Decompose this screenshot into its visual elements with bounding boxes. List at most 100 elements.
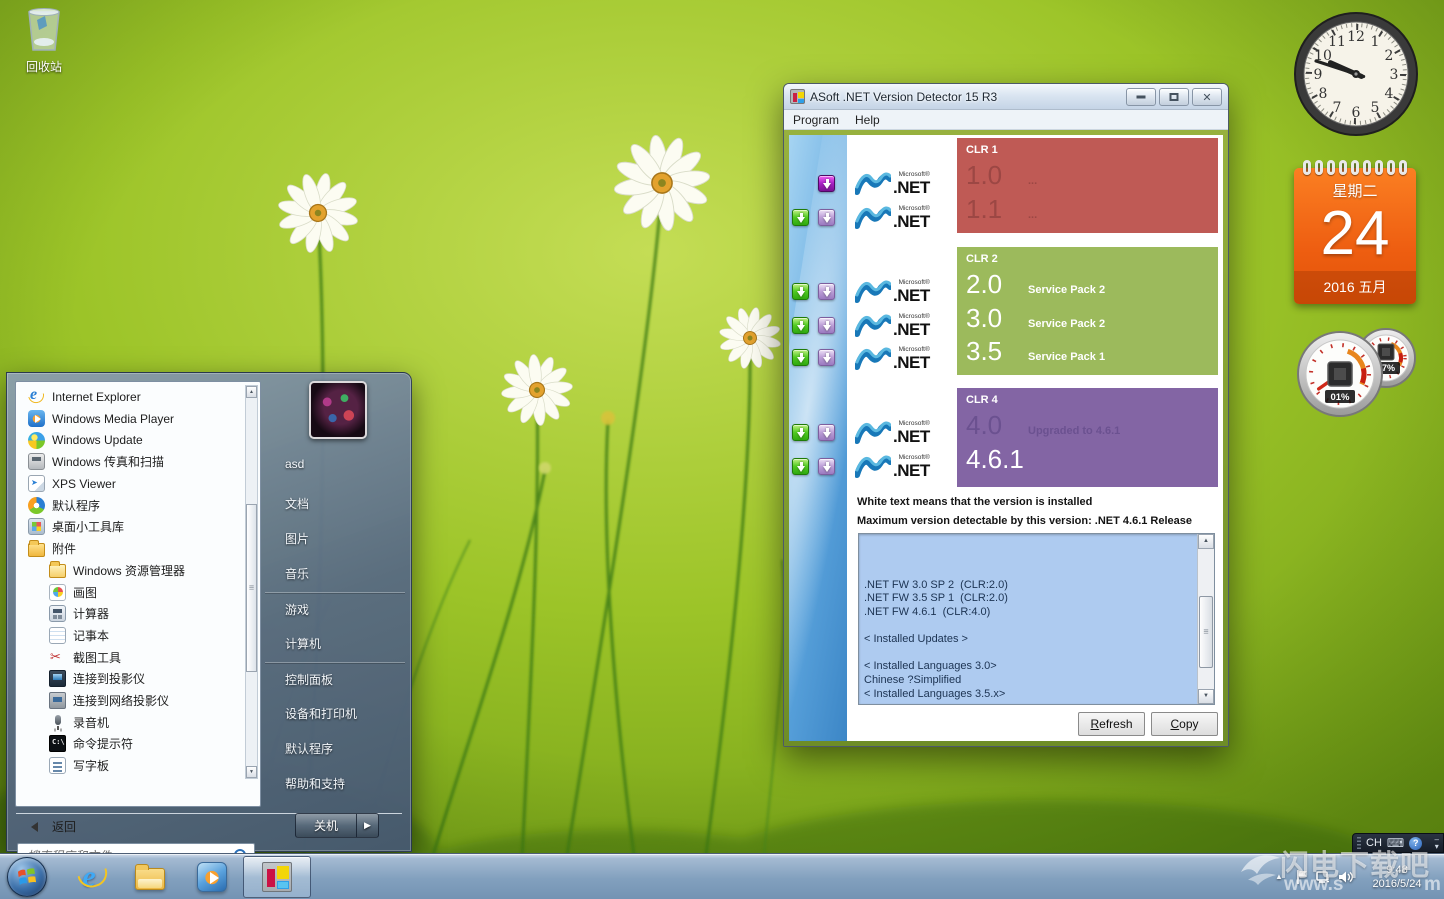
listbox-line: < Installed Updates > (864, 633, 1192, 647)
network-icon[interactable] (1312, 854, 1334, 899)
download-arrow-lavender[interactable] (818, 317, 835, 334)
taskbar-explorer-icon[interactable] (131, 858, 169, 896)
download-arrow-green[interactable] (792, 209, 809, 226)
copy-button[interactable]: Copy (1151, 712, 1218, 736)
calendar-gadget[interactable]: 星期二 24 2016 五月 (1294, 160, 1416, 304)
download-arrow-green[interactable] (792, 424, 809, 441)
drag-grip-icon[interactable] (1357, 837, 1361, 849)
start-menu-item[interactable]: 记事本 (18, 625, 244, 647)
scroll-up-icon[interactable]: ▲ (246, 386, 257, 398)
clr2-panel: CLR 2 2.0Service Pack 2 3.0Service Pack … (957, 247, 1218, 375)
download-arrow-green[interactable] (792, 317, 809, 334)
user-avatar[interactable] (309, 381, 367, 439)
download-arrow-lavender[interactable] (818, 349, 835, 366)
minimize-button[interactable] (1126, 88, 1156, 106)
help-icon[interactable]: ? (1409, 837, 1422, 850)
scroll-down-icon[interactable]: ▼ (246, 766, 257, 778)
start-menu-place-item[interactable]: 帮助和支持 (265, 767, 405, 802)
menu-help[interactable]: Help (855, 113, 880, 127)
scroll-down-icon[interactable]: ▼ (1198, 689, 1214, 704)
taskbar-wmp-icon[interactable] (193, 858, 231, 896)
close-button[interactable] (1192, 88, 1222, 106)
download-arrow-lavender[interactable] (818, 424, 835, 441)
clock-gadget[interactable]: 12 1 2 3 4 5 6 7 8 9 10 11 (1290, 8, 1422, 145)
taskbar-ie-icon[interactable]: e (70, 858, 108, 896)
start-menu-place-item[interactable]: 设备和打印机 (265, 697, 405, 732)
start-menu-place-item[interactable]: 控制面板 (265, 662, 405, 697)
start-menu-item[interactable]: XPS Viewer (18, 473, 244, 495)
taskbar-clock[interactable]: 9:48 2016/5/24 (1356, 863, 1444, 891)
app-icon (28, 453, 45, 470)
show-hidden-icons[interactable]: ▲ (1268, 854, 1290, 899)
start-menu-item[interactable]: 附件 (18, 538, 244, 560)
window-titlebar[interactable]: ASoft .NET Version Detector 15 R3 (784, 84, 1228, 110)
download-arrow-lavender[interactable] (818, 209, 835, 226)
start-menu-place-item[interactable]: 文档 (265, 487, 405, 522)
download-arrow-green[interactable] (792, 458, 809, 475)
taskbar-active-net-detector[interactable] (243, 856, 311, 898)
scrollbar-thumb[interactable] (246, 504, 257, 672)
download-arrow-green[interactable] (792, 283, 809, 300)
start-menu-item[interactable]: 连接到投影仪 (18, 668, 244, 690)
cpu-meter-gadget[interactable]: 17% 01% (1292, 322, 1424, 425)
start-menu-place-item[interactable]: 游戏 (265, 592, 405, 627)
asoft-app-icon (790, 89, 805, 104)
start-menu-item[interactable]: 桌面小工具库 (18, 516, 244, 538)
listbox-scrollbar[interactable]: ▲ ▼ (1197, 534, 1214, 704)
start-menu-item-label: 桌面小工具库 (52, 518, 124, 535)
start-menu-item-label: Windows 传真和扫描 (52, 453, 164, 470)
download-arrow-magenta[interactable] (818, 175, 835, 192)
listbox-line: < Installed Languages 3.0> (864, 660, 1192, 674)
start-menu-item-label: Windows Media Player (52, 412, 174, 426)
keyboard-icon[interactable]: ⌨ (1387, 838, 1404, 848)
start-menu-item[interactable]: Internet Explorer (18, 386, 244, 408)
recycle-bin[interactable]: 回收站 (12, 6, 76, 75)
scrollbar-thumb[interactable] (1199, 596, 1213, 668)
windows-flag-icon (16, 866, 38, 888)
refresh-button[interactable]: Refresh (1078, 712, 1145, 736)
start-menu-place-item[interactable]: 默认程序 (265, 732, 405, 767)
listbox-line: .NET FW 3.0 SP 2 (CLR:2.0) (864, 579, 1192, 593)
detection-listbox[interactable]: .NET FW 3.0 SP 2 (CLR:2.0).NET FW 3.5 SP… (858, 533, 1215, 705)
start-menu-item[interactable]: Windows 传真和扫描 (18, 451, 244, 473)
action-center-flag-icon[interactable] (1290, 854, 1312, 899)
calendar-weekday: 星期二 (1294, 180, 1416, 201)
places-list: 文档 图片 音乐 游戏 计算机 (265, 487, 405, 802)
download-arrow-lavender[interactable] (818, 283, 835, 300)
note-max-version: Maximum version detectable by this versi… (857, 515, 1192, 527)
start-menu-place-item[interactable]: 计算机 (265, 627, 405, 662)
start-menu-item[interactable]: 连接到网络投影仪 (18, 690, 244, 712)
language-indicator[interactable]: CH (1366, 837, 1382, 849)
start-menu-item[interactable]: Windows 资源管理器 (18, 560, 244, 582)
start-menu-scrollbar[interactable]: ▲ ▼ (245, 385, 258, 779)
start-menu-item[interactable]: 命令提示符 (18, 733, 244, 755)
start-menu-item[interactable]: 默认程序 (18, 494, 244, 516)
start-menu-item[interactable]: Windows Update (18, 429, 244, 451)
volume-icon[interactable] (1334, 854, 1356, 899)
start-menu-item[interactable]: 计算器 (18, 603, 244, 625)
start-menu-item-label: 录音机 (73, 714, 109, 731)
start-menu-item[interactable]: 画图 (18, 581, 244, 603)
menu-program[interactable]: Program (793, 113, 839, 127)
shutdown-button[interactable]: 关机 (295, 813, 357, 838)
start-menu-item[interactable]: Windows Media Player (18, 408, 244, 430)
start-menu-item[interactable]: 录音机 (18, 711, 244, 733)
start-menu-item[interactable]: 截图工具 (18, 646, 244, 668)
app-icon (28, 388, 45, 405)
download-arrow-lavender[interactable] (818, 458, 835, 475)
download-arrow-green[interactable] (792, 349, 809, 366)
start-button[interactable] (7, 857, 47, 897)
app-icon (49, 714, 66, 731)
start-menu-place-item[interactable]: 图片 (265, 522, 405, 557)
start-menu-item[interactable]: 写字板 (18, 755, 244, 777)
language-bar-options[interactable]: –▾ (1435, 836, 1439, 850)
scroll-up-icon[interactable]: ▲ (1198, 534, 1214, 549)
cpu-gauge: 01% (1298, 332, 1382, 416)
maximize-button[interactable] (1159, 88, 1189, 106)
dotnet-logo: Microsoft®.NET (855, 451, 955, 483)
shutdown-options-arrow[interactable]: ▶ (357, 813, 379, 838)
user-name[interactable]: asd (285, 457, 304, 471)
start-menu-place-item[interactable]: 音乐 (265, 557, 405, 592)
app-icon (49, 757, 66, 774)
listbox-line (864, 620, 1192, 634)
